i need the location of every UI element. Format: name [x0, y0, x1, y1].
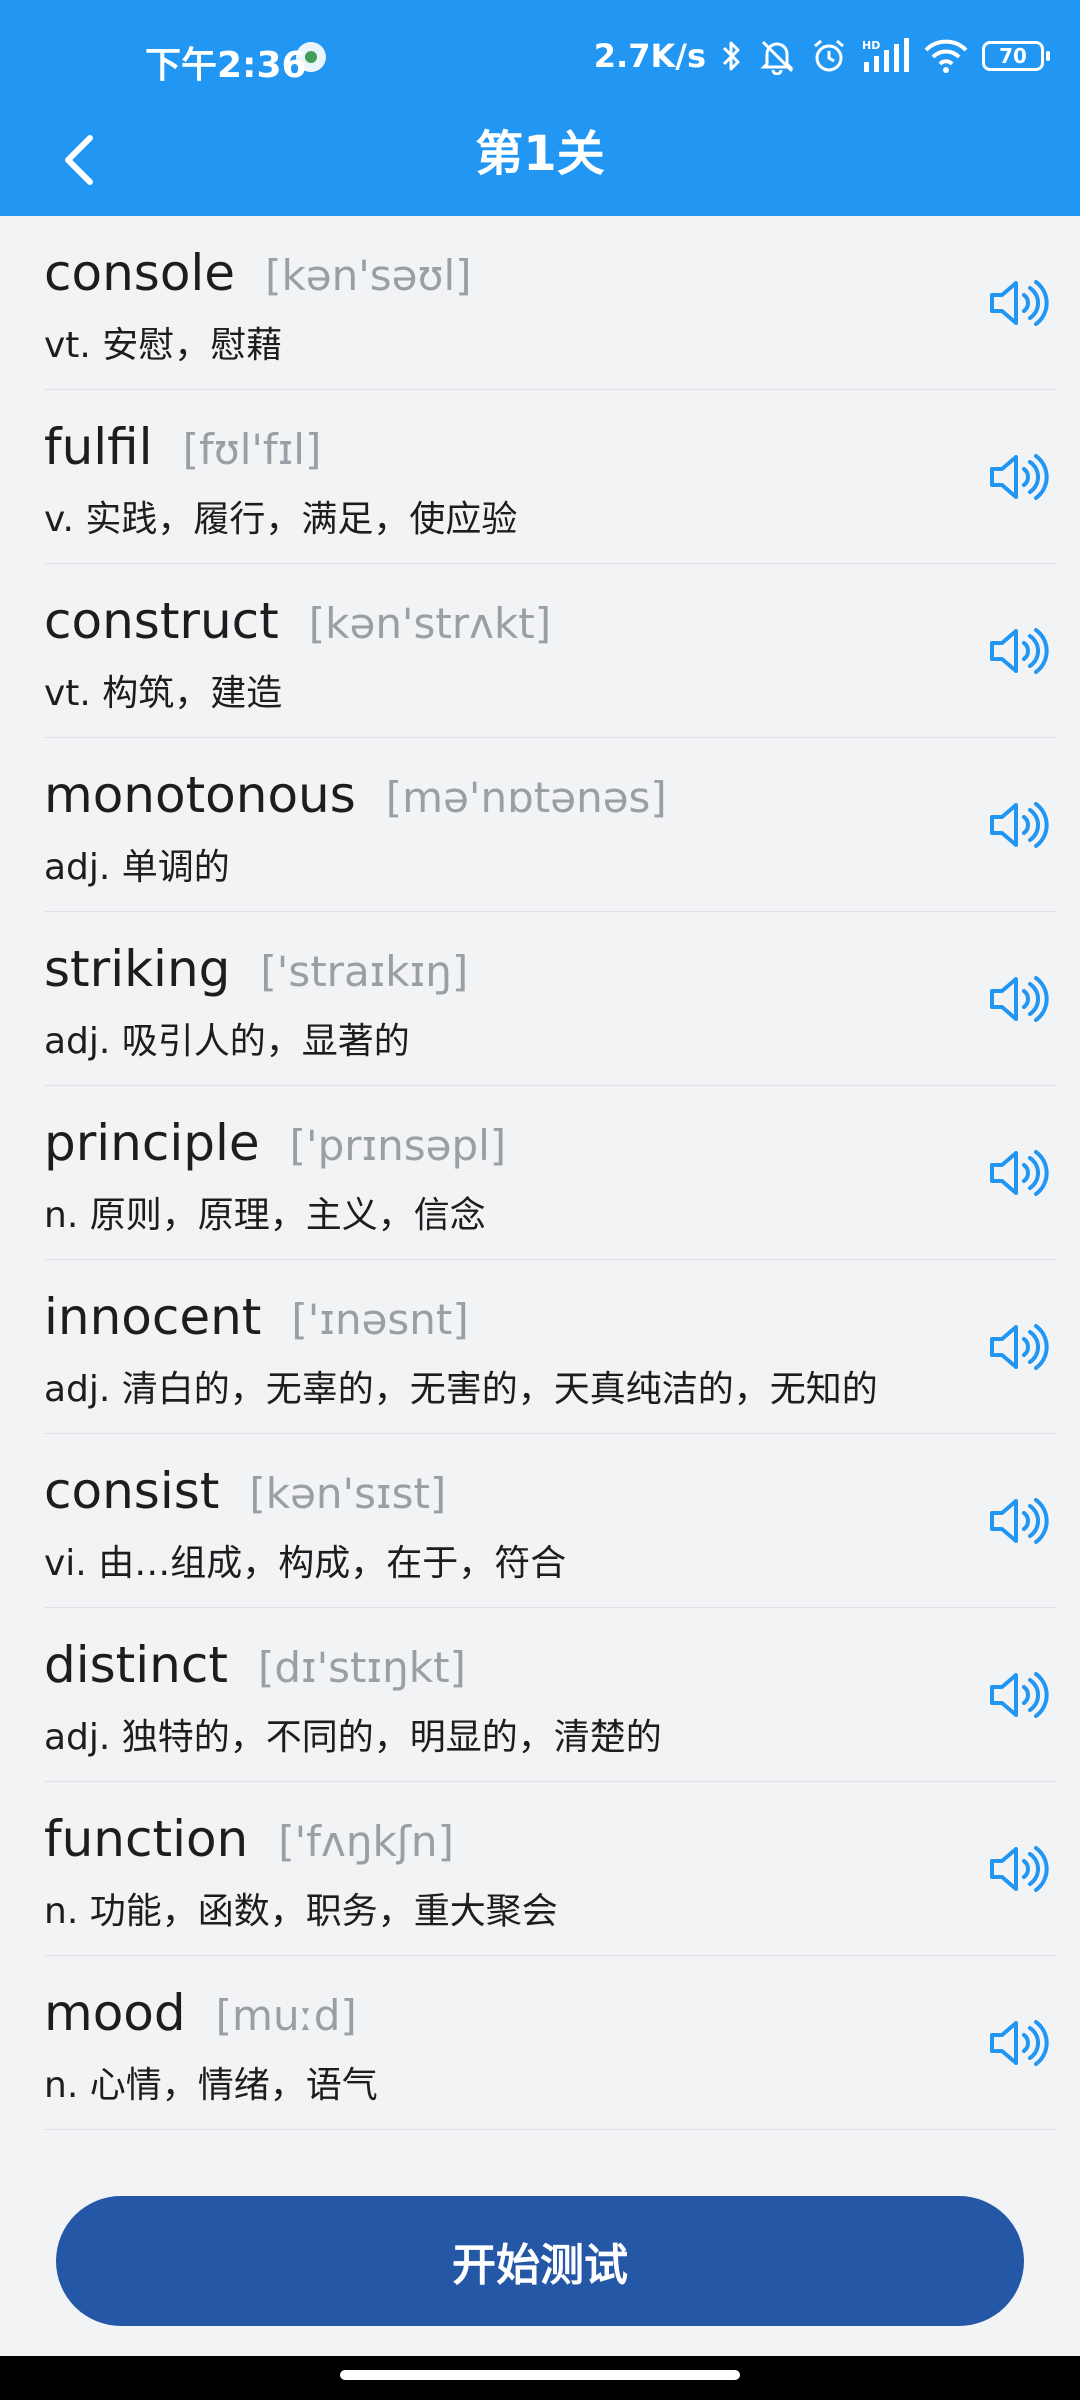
word-list[interactable]: console [kən'səʊl] vt. 安慰，慰藉 fulfil [fʊl'f… — [0, 216, 1080, 2168]
speaker-icon — [990, 1498, 1049, 1544]
speaker-button[interactable] — [984, 790, 1054, 860]
word-meaning: adj. 清白的，无辜的，无害的，天真纯洁的，无知的 — [44, 1369, 878, 1410]
speaker-button[interactable] — [984, 268, 1054, 338]
word-meaning: adj. 吸引人的，显著的 — [44, 1021, 410, 1062]
wifi-icon — [924, 38, 968, 74]
word-phonetic: [muːd] — [215, 1991, 357, 2040]
mute-bell-icon — [758, 37, 796, 75]
word-meaning: v. 实践，履行，满足，使应验 — [44, 499, 518, 540]
speaker-button[interactable] — [984, 616, 1054, 686]
speaker-button[interactable] — [984, 1660, 1054, 1730]
word-meaning: n. 原则，原理，主义，信念 — [44, 1195, 486, 1236]
speaker-button[interactable] — [984, 1834, 1054, 1904]
word-row: consist [kən'sɪst] vi. 由…组成，构成，在于，符合 — [44, 1434, 1056, 1608]
word-meaning: adj. 单调的 — [44, 847, 230, 888]
word-row: fulfil [fʊl'fɪl] v. 实践，履行，满足，使应验 — [44, 390, 1056, 564]
system-navigation-bar — [0, 2356, 1080, 2400]
word-row: monotonous [mə'nɒtənəs] adj. 单调的 — [44, 738, 1056, 912]
word-text: principle — [44, 1114, 260, 1172]
speaker-icon — [990, 280, 1049, 326]
speaker-button[interactable] — [984, 1486, 1054, 1556]
speaker-icon — [990, 1672, 1049, 1718]
word-phonetic: [dɪ'stɪŋkt] — [257, 1643, 466, 1692]
word-row: construct [kən'strʌkt] vt. 构筑，建造 — [44, 564, 1056, 738]
word-row: principle ['prɪnsəpl] n. 原则，原理，主义，信念 — [44, 1086, 1056, 1260]
word-phonetic: [fʊl'fɪl] — [182, 425, 322, 474]
speaker-button[interactable] — [984, 1312, 1054, 1382]
svg-text:HD: HD — [862, 39, 880, 52]
word-text: monotonous — [44, 766, 356, 824]
speaker-icon — [990, 2020, 1049, 2066]
word-phonetic: ['fʌŋkʃn] — [278, 1817, 454, 1866]
word-phonetic: [kən'strʌkt] — [308, 599, 552, 648]
word-row: console [kən'səʊl] vt. 安慰，慰藉 — [44, 216, 1056, 390]
start-test-button[interactable]: 开始测试 — [56, 2196, 1024, 2326]
word-row: innocent ['ɪnəsnt] adj. 清白的，无辜的，无害的，天真纯洁的… — [44, 1260, 1056, 1434]
app-header: 下午2:36 2.7K/s HD 70 第1关 — [0, 0, 1080, 216]
word-phonetic: ['prɪnsəpl] — [289, 1121, 507, 1170]
word-row: distinct [dɪ'stɪŋkt] adj. 独特的，不同的，明显的，清楚的 — [44, 1608, 1056, 1782]
word-text: striking — [44, 940, 231, 998]
alarm-icon — [810, 37, 848, 75]
speaker-icon — [990, 1150, 1049, 1196]
speaker-icon — [990, 454, 1049, 500]
word-text: mood — [44, 1984, 186, 2042]
hd-signal-icon: HD — [862, 38, 910, 74]
speaker-icon — [990, 802, 1049, 848]
page-title: 第1关 — [475, 126, 605, 182]
word-text: function — [44, 1810, 249, 1868]
word-text: consist — [44, 1462, 220, 1520]
word-text: distinct — [44, 1636, 228, 1694]
speaker-icon — [990, 1846, 1049, 1892]
speaker-button[interactable] — [984, 964, 1054, 1034]
word-meaning: n. 心情，情绪，语气 — [44, 2065, 378, 2106]
word-phonetic: [kən'səʊl] — [265, 251, 472, 300]
speaker-icon — [990, 1324, 1049, 1370]
bluetooth-icon — [720, 38, 744, 74]
status-time: 下午2:36 — [145, 45, 307, 86]
word-meaning: vt. 安慰，慰藉 — [44, 325, 283, 366]
word-row: function ['fʌŋkʃn] n. 功能，函数，职务，重大聚会 — [44, 1782, 1056, 1956]
word-meaning: n. 功能，函数，职务，重大聚会 — [44, 1891, 558, 1932]
app-notification-icon — [296, 42, 326, 72]
speaker-button[interactable] — [984, 1138, 1054, 1208]
word-phonetic: ['ɪnəsnt] — [291, 1295, 469, 1344]
network-speed: 2.7K/s — [593, 37, 706, 75]
word-row: mood [muːd] n. 心情，情绪，语气 — [44, 1956, 1056, 2130]
word-text: construct — [44, 592, 279, 650]
word-phonetic: ['straɪkɪŋ] — [260, 947, 469, 996]
status-indicators: 2.7K/s HD 70 — [593, 34, 1050, 78]
home-indicator[interactable] — [340, 2370, 740, 2380]
word-phonetic: [kən'sɪst] — [249, 1469, 447, 1518]
word-text: fulfil — [44, 418, 153, 476]
speaker-button[interactable] — [984, 442, 1054, 512]
word-row: striking ['straɪkɪŋ] adj. 吸引人的，显著的 — [44, 912, 1056, 1086]
status-bar: 下午2:36 2.7K/s HD 70 — [0, 0, 1080, 120]
word-meaning: vi. 由…组成，构成，在于，符合 — [44, 1543, 567, 1584]
word-meaning: adj. 独特的，不同的，明显的，清楚的 — [44, 1717, 662, 1758]
word-meaning: vt. 构筑，建造 — [44, 673, 283, 714]
speaker-icon — [990, 628, 1049, 674]
bottom-bar: 开始测试 — [0, 2168, 1080, 2356]
speaker-icon — [990, 976, 1049, 1022]
battery-icon: 70 — [982, 41, 1050, 71]
speaker-button[interactable] — [984, 2008, 1054, 2078]
word-phonetic: [mə'nɒtənəs] — [385, 773, 667, 822]
word-text: console — [44, 244, 236, 302]
word-text: innocent — [44, 1288, 262, 1346]
